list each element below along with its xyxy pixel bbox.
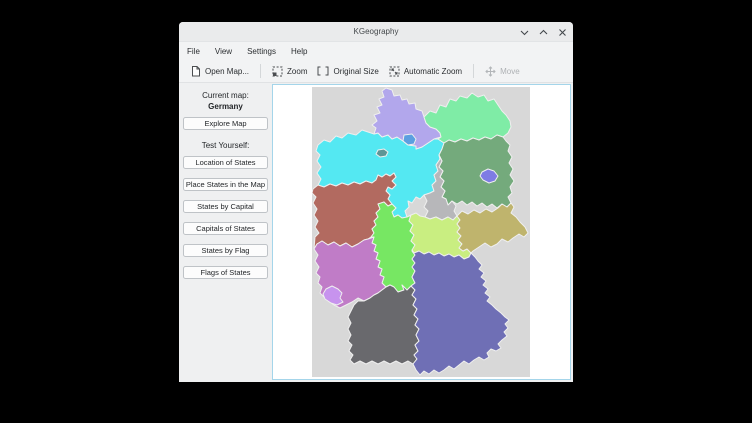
open-map-icon	[191, 66, 201, 77]
open-map-button[interactable]: Open Map...	[186, 63, 254, 80]
state-brandenburg[interactable]	[439, 135, 514, 208]
titlebar[interactable]: KGeography	[179, 22, 573, 42]
window-title: KGeography	[354, 27, 399, 36]
original-size-icon	[317, 66, 329, 76]
close-icon[interactable]	[557, 27, 567, 37]
kgeography-window: KGeography File View Settings Help Open …	[179, 22, 573, 382]
move-button[interactable]: Move	[480, 63, 525, 80]
quiz-location-of-states-button[interactable]: Location of States	[183, 156, 268, 169]
quiz-place-states-button[interactable]: Place States in the Map	[183, 178, 268, 191]
menu-settings[interactable]: Settings	[246, 45, 277, 58]
state-bavaria[interactable]	[411, 250, 509, 375]
map-view-panel[interactable]	[272, 84, 571, 380]
state-saxony[interactable]	[457, 203, 528, 253]
quiz-flags-of-states-button[interactable]: Flags of States	[183, 266, 268, 279]
menu-file[interactable]: File	[186, 45, 201, 58]
window-controls	[519, 22, 567, 42]
toolbar-separator	[260, 64, 261, 78]
zoom-button[interactable]: Zoom	[267, 63, 312, 80]
zoom-icon	[272, 66, 283, 77]
toolbar: Open Map... Zoom Original Size Automatic…	[179, 60, 573, 83]
menu-view[interactable]: View	[214, 45, 233, 58]
state-bremen[interactable]	[376, 149, 388, 157]
menu-help[interactable]: Help	[290, 45, 308, 58]
main-content: Current map: Germany Explore Map Test Yo…	[179, 84, 573, 382]
current-map-value: Germany	[208, 102, 243, 111]
sidebar: Current map: Germany Explore Map Test Yo…	[179, 84, 272, 382]
quiz-capitals-of-states-button[interactable]: Capitals of States	[183, 222, 268, 235]
quiz-states-by-capital-button[interactable]: States by Capital	[183, 200, 268, 213]
toolbar-separator	[473, 64, 474, 78]
test-yourself-label: Test Yourself:	[202, 141, 250, 150]
menubar: File View Settings Help	[179, 42, 573, 60]
maximize-icon[interactable]	[538, 27, 548, 37]
automatic-zoom-button[interactable]: Automatic Zoom	[384, 63, 467, 80]
quiz-states-by-flag-button[interactable]: States by Flag	[183, 244, 268, 257]
move-icon	[485, 66, 496, 77]
original-size-button[interactable]: Original Size	[312, 63, 383, 79]
explore-map-button[interactable]: Explore Map	[183, 117, 268, 130]
current-map-label: Current map:	[202, 91, 249, 100]
minimize-icon[interactable]	[519, 27, 529, 37]
automatic-zoom-icon	[389, 66, 400, 77]
germany-map	[312, 87, 530, 377]
